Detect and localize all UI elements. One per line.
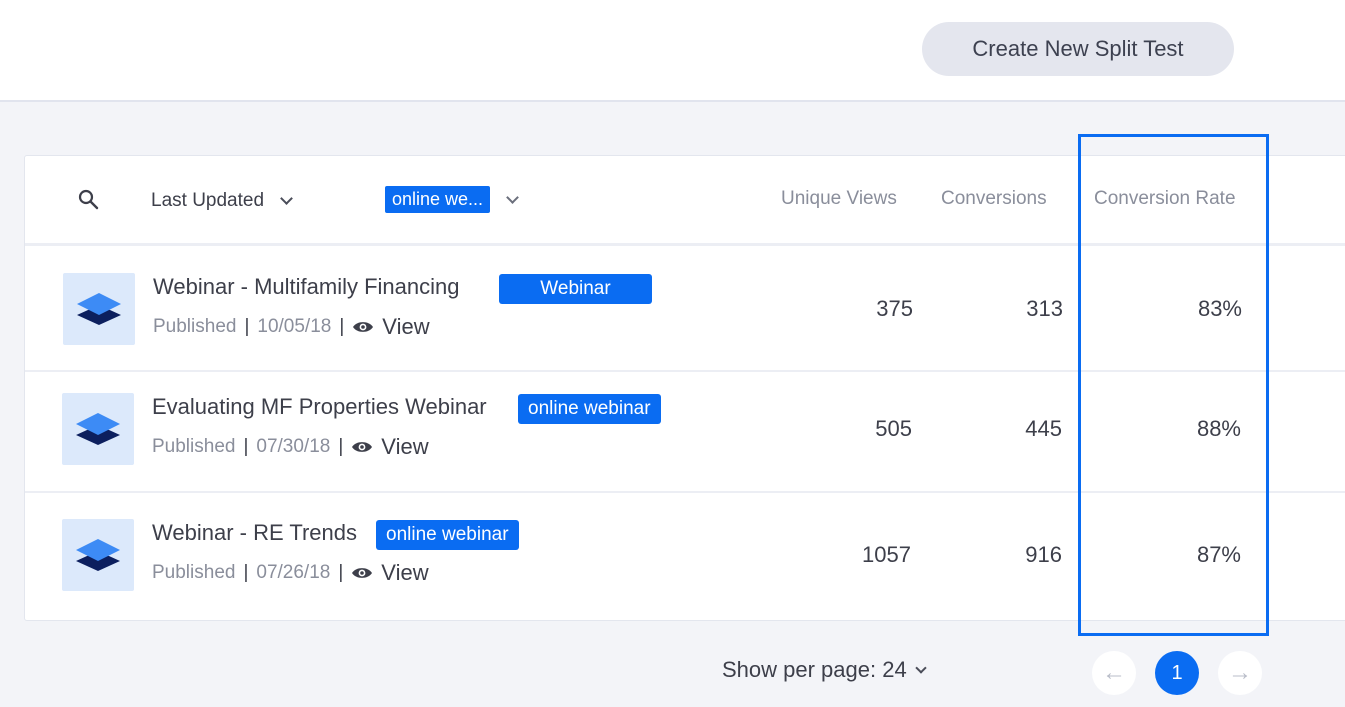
page-meta: Published | 07/26/18 | View	[152, 560, 429, 586]
page-title[interactable]: Webinar - Multifamily Financing	[153, 274, 459, 300]
top-bar: Create New Split Test	[0, 0, 1345, 102]
page-title[interactable]: Evaluating MF Properties Webinar	[152, 394, 487, 420]
page-meta: Published | 07/30/18 | View	[152, 434, 429, 460]
view-label: View	[382, 314, 430, 339]
status-text: Published	[153, 316, 237, 337]
status-text: Published	[152, 562, 236, 583]
chevron-down-icon	[280, 192, 293, 205]
date-text: 07/26/18	[256, 562, 331, 583]
tag-badge: online webinar	[518, 394, 661, 424]
table-row[interactable]: Webinar - Multifamily Financing Webinar …	[25, 246, 1345, 372]
unique-views-value: 375	[876, 296, 913, 321]
page-thumbnail	[62, 393, 134, 465]
tag-badge: online webinar	[376, 520, 519, 550]
view-label: View	[381, 560, 429, 585]
next-page-button[interactable]: →	[1218, 651, 1262, 695]
layers-icon	[76, 413, 120, 445]
column-header-unique-views[interactable]: Unique Views	[781, 188, 897, 210]
sort-dropdown[interactable]: Last Updated	[151, 186, 293, 216]
previous-page-button[interactable]: ←	[1092, 651, 1136, 695]
layers-icon	[77, 293, 121, 325]
page-meta: Published | 10/05/18 | View	[153, 314, 430, 340]
per-page-selector[interactable]: Show per page: 24	[722, 657, 927, 683]
arrow-right-icon: →	[1228, 659, 1252, 686]
chevron-down-icon	[915, 661, 927, 674]
page-number: 1	[1171, 661, 1183, 684]
tag-badge: Webinar	[499, 274, 652, 304]
eye-icon	[353, 322, 374, 332]
page-1-button[interactable]: 1	[1155, 651, 1199, 695]
view-link[interactable]: View	[351, 560, 429, 586]
conversions-value: 916	[1025, 542, 1062, 567]
column-header-conversion-rate[interactable]: Conversion Rate	[1094, 188, 1236, 210]
layers-icon	[76, 539, 120, 571]
unique-views-value: 1057	[862, 542, 911, 567]
conversion-rate-value: 87%	[1196, 542, 1241, 567]
filter-bar: Last Updated online we... Unique Views C…	[25, 156, 1345, 246]
tag-filter-chip: online we...	[385, 186, 491, 213]
conversion-rate-value: 88%	[1196, 416, 1241, 441]
eye-icon	[352, 568, 373, 578]
table-row[interactable]: Webinar - RE Trends online webinar Publi…	[25, 493, 1345, 620]
view-link[interactable]: View	[352, 314, 430, 340]
eye-icon	[352, 442, 373, 452]
pages-table: Last Updated online we... Unique Views C…	[24, 155, 1345, 621]
page-thumbnail	[62, 519, 134, 591]
page-title[interactable]: Webinar - RE Trends	[152, 520, 357, 546]
chevron-down-icon	[506, 190, 519, 204]
date-text: 07/30/18	[256, 436, 331, 457]
date-text: 10/05/18	[257, 316, 332, 337]
arrow-left-icon: ←	[1102, 659, 1126, 686]
view-label: View	[381, 434, 429, 459]
page-thumbnail	[63, 273, 135, 345]
conversions-value: 445	[1025, 416, 1062, 441]
tag-filter-dropdown[interactable]: online we...	[385, 186, 519, 213]
table-row[interactable]: Evaluating MF Properties Webinar online …	[25, 372, 1345, 493]
status-text: Published	[152, 436, 236, 457]
per-page-label: Show per page: 24	[722, 657, 907, 682]
search-icon[interactable]	[77, 188, 101, 212]
conversion-rate-value: 83%	[1197, 296, 1242, 321]
create-split-test-button[interactable]: Create New Split Test	[922, 22, 1234, 76]
sort-label: Last Updated	[151, 190, 265, 211]
conversions-value: 313	[1026, 296, 1063, 321]
unique-views-value: 505	[875, 416, 912, 441]
view-link[interactable]: View	[351, 434, 429, 460]
column-header-conversions[interactable]: Conversions	[941, 188, 1047, 210]
